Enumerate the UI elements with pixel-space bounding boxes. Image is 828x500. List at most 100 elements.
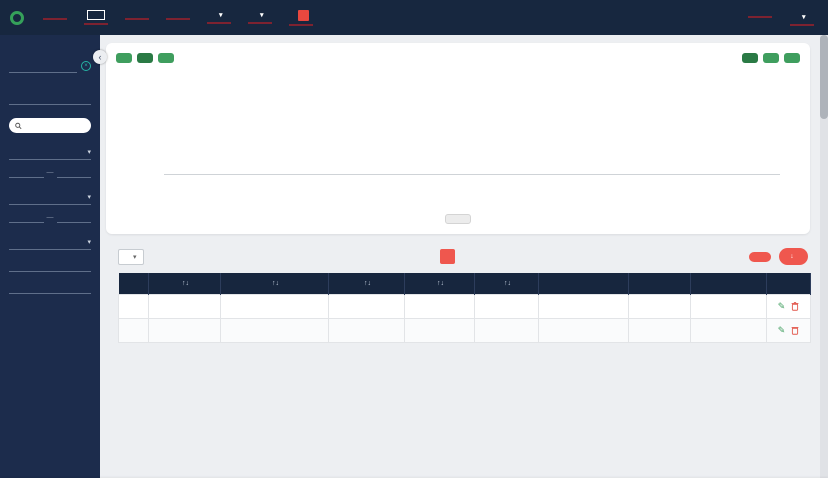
cell-total-accrued bbox=[629, 294, 691, 318]
nav-underline bbox=[248, 22, 272, 24]
adi-search-input[interactable] bbox=[25, 121, 85, 130]
col-monthly-accrued bbox=[539, 273, 629, 294]
maturity-date-from-input[interactable] bbox=[9, 166, 44, 178]
trash-icon[interactable] bbox=[791, 302, 799, 311]
cell-maturity bbox=[405, 294, 475, 318]
settlement-date-to-input[interactable] bbox=[57, 211, 92, 223]
col-adi-name[interactable]: ↑↓ bbox=[221, 273, 329, 294]
search-icon bbox=[15, 122, 22, 130]
chart-card bbox=[106, 43, 810, 234]
nav-underline bbox=[289, 24, 313, 26]
page-1-button[interactable] bbox=[440, 249, 455, 264]
principal-toggle-group bbox=[742, 53, 800, 63]
col-term-in-days[interactable]: ↑↓ bbox=[475, 273, 539, 294]
scrollbar-thumb[interactable] bbox=[820, 35, 828, 119]
filters-sidebar: ‹ × ▾ — ▾ — ▾ bbox=[0, 35, 100, 478]
table-row: ✎ bbox=[119, 294, 811, 318]
main-nav: ▾ ▾ bbox=[43, 10, 313, 26]
chevron-down-icon: ▾ bbox=[87, 148, 91, 156]
manage-columns-button[interactable] bbox=[749, 252, 771, 262]
sort-arrows-icon[interactable]: ↑↓ bbox=[437, 280, 444, 287]
col-total-accrued bbox=[629, 273, 691, 294]
nav-settings[interactable]: ▾ bbox=[248, 11, 272, 24]
as-at-input[interactable] bbox=[9, 58, 77, 73]
chevron-down-icon: ▾ bbox=[219, 11, 223, 19]
col-maturity-date[interactable]: ↑↓ bbox=[405, 273, 475, 294]
edit-icon[interactable]: ✎ bbox=[778, 325, 786, 336]
nav-underline bbox=[748, 16, 772, 18]
maturity-date-to-input[interactable] bbox=[57, 166, 92, 178]
table-row: ✎ bbox=[119, 318, 811, 342]
app-logo[interactable] bbox=[0, 11, 43, 25]
cell-adi-name bbox=[221, 318, 329, 342]
nav-transactions[interactable] bbox=[166, 15, 190, 20]
sort-arrows-icon[interactable]: ↑↓ bbox=[272, 280, 279, 287]
vertical-scrollbar[interactable] bbox=[820, 35, 828, 478]
sort-arrows-icon[interactable]: ↑↓ bbox=[504, 280, 511, 287]
nav-underline bbox=[43, 18, 67, 20]
calendar-week-button[interactable] bbox=[116, 53, 132, 63]
nav-tools[interactable]: ▾ bbox=[207, 11, 231, 24]
x-axis-ticks bbox=[164, 175, 780, 201]
adi-search-box[interactable] bbox=[9, 118, 91, 133]
expand-row-button[interactable] bbox=[119, 294, 149, 318]
chart-plot-area bbox=[164, 83, 780, 175]
cell-next-payment bbox=[691, 318, 767, 342]
chart-history-button[interactable] bbox=[445, 214, 471, 224]
table-header-row: ↑↓ ↑↓ ↑↓ ↑↓ ↑↓ bbox=[119, 273, 811, 294]
nav-trade-entry[interactable] bbox=[289, 10, 313, 26]
contract-number-input[interactable] bbox=[9, 90, 91, 105]
cell-contract bbox=[149, 318, 221, 342]
sidebar-collapse-button[interactable]: ‹ bbox=[93, 50, 107, 64]
date-clear-icon[interactable]: × bbox=[81, 61, 91, 71]
sort-arrows-icon[interactable]: ↑↓ bbox=[182, 280, 189, 287]
interest-only-button[interactable] bbox=[763, 53, 779, 63]
interest-and-principal-button[interactable] bbox=[784, 53, 800, 63]
cell-settlement bbox=[329, 294, 405, 318]
nav-underline bbox=[790, 24, 814, 26]
nav-reports[interactable] bbox=[125, 15, 149, 20]
expand-row-button[interactable] bbox=[119, 318, 149, 342]
principal-only-button[interactable] bbox=[742, 53, 758, 63]
sort-arrows-icon[interactable]: ↑↓ bbox=[364, 280, 371, 287]
csv-download-button[interactable]: ↓ bbox=[779, 248, 808, 265]
settlement-date-from-input[interactable] bbox=[9, 211, 44, 223]
calendar-year-button[interactable] bbox=[158, 53, 174, 63]
col-settlement-date[interactable]: ↑↓ bbox=[329, 273, 405, 294]
term-operator-select[interactable]: ▾ bbox=[9, 236, 91, 250]
chevron-down-icon: ▾ bbox=[260, 11, 264, 19]
user-menu[interactable]: ▾ bbox=[790, 13, 814, 26]
table-toolbar: ▾ ↓ bbox=[118, 248, 808, 265]
settlement-date-operator-select[interactable]: ▾ bbox=[9, 191, 91, 205]
calendar-month-button[interactable] bbox=[137, 53, 153, 63]
nav-rates[interactable] bbox=[748, 13, 772, 26]
bar-chart bbox=[164, 83, 780, 201]
col-next-payment bbox=[691, 273, 767, 294]
chevron-down-icon: ▾ bbox=[87, 238, 91, 246]
range-dash: — bbox=[47, 214, 54, 221]
cell-maturity bbox=[405, 318, 475, 342]
calendar-toggle-group bbox=[116, 53, 174, 63]
col-contract-number[interactable]: ↑↓ bbox=[149, 273, 221, 294]
nav-underline bbox=[166, 18, 190, 20]
cell-actions: ✎ bbox=[767, 294, 811, 318]
expand-all-header[interactable] bbox=[119, 273, 149, 294]
nav-summary[interactable] bbox=[43, 15, 67, 20]
cell-total-accrued bbox=[629, 318, 691, 342]
cell-settlement bbox=[329, 318, 405, 342]
term-value-input[interactable] bbox=[9, 257, 91, 272]
term-value-input-2[interactable] bbox=[9, 279, 91, 294]
cell-actions: ✎ bbox=[767, 318, 811, 342]
nav-holdings[interactable] bbox=[84, 10, 108, 25]
nav-underline bbox=[84, 23, 108, 25]
cell-adi-name bbox=[221, 294, 329, 318]
page-size-select[interactable]: ▾ bbox=[118, 249, 144, 265]
chevron-down-icon: ▾ bbox=[802, 13, 806, 21]
cell-next-payment bbox=[691, 294, 767, 318]
cell-term bbox=[475, 318, 539, 342]
trash-icon[interactable] bbox=[791, 326, 799, 335]
yieldhub-logo-icon bbox=[10, 11, 24, 25]
edit-icon[interactable]: ✎ bbox=[778, 301, 786, 312]
trade-entry-badge bbox=[298, 10, 309, 21]
maturity-date-operator-select[interactable]: ▾ bbox=[9, 146, 91, 160]
